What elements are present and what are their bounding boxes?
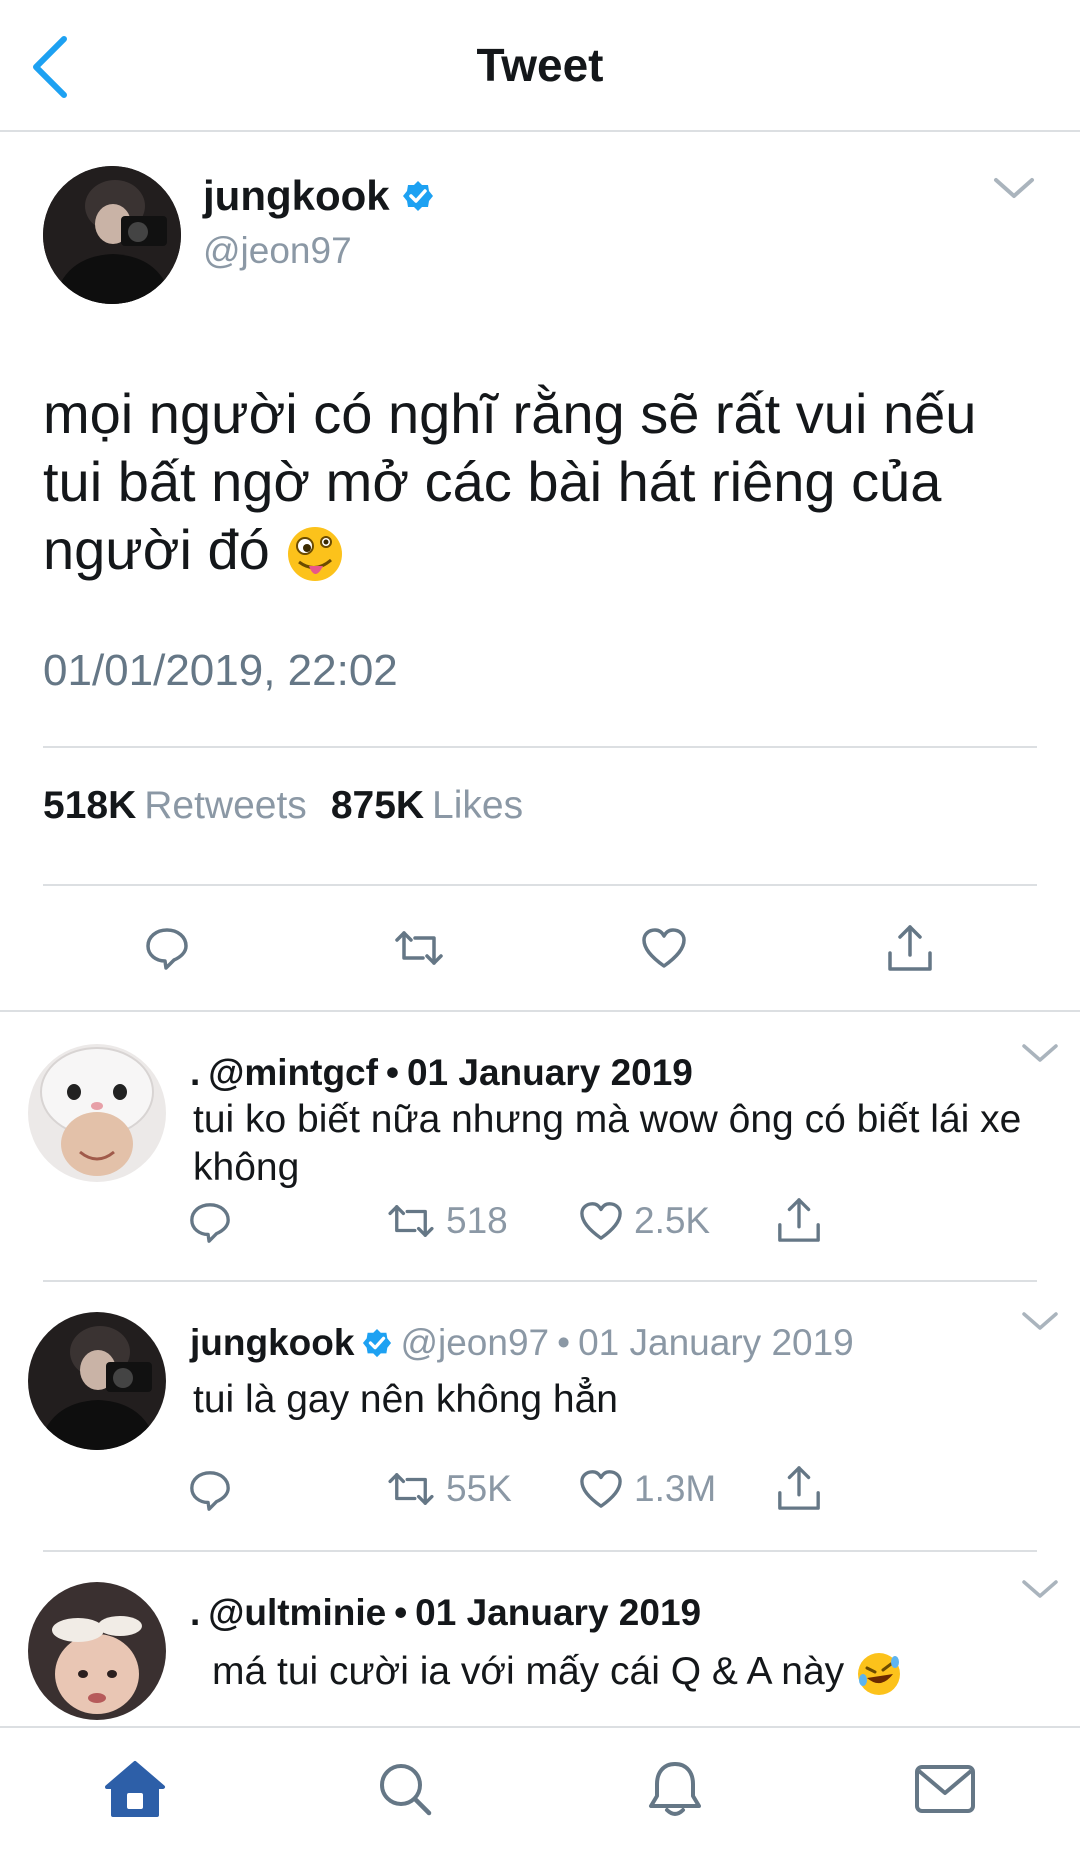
- reply-text-body: má tui cười ia với mấy cái Q & A này: [212, 1650, 845, 1693]
- chevron-down-icon: [994, 178, 1034, 198]
- reply-text: tui là gay nên không hẳn: [193, 1378, 619, 1421]
- avatar-image: [43, 166, 181, 304]
- tab-search[interactable]: [370, 1754, 440, 1824]
- reply-button[interactable]: [188, 1468, 232, 1512]
- divider: [43, 1550, 1037, 1552]
- reply-icon: [190, 1203, 230, 1243]
- retweet-count: 518: [446, 1200, 508, 1241]
- reply-header: . @mintgcf • 01 January 2019: [190, 1052, 693, 1094]
- divider: [43, 1280, 1037, 1282]
- like-count: 1.3M: [634, 1468, 717, 1509]
- rolling-laughing-emoji-icon: [857, 1652, 900, 1695]
- avatar-image: [28, 1582, 166, 1720]
- reply-icon: [146, 928, 188, 970]
- share-button[interactable]: [776, 1196, 822, 1244]
- share-button[interactable]: [880, 918, 940, 978]
- top-bar: Tweet: [0, 0, 1080, 132]
- reply-handle[interactable]: @mintgcf: [208, 1052, 378, 1094]
- heart-icon: [580, 1470, 622, 1508]
- tweet-menu-button[interactable]: [990, 172, 1038, 204]
- retweet-button[interactable]: 55K: [386, 1468, 512, 1510]
- heart-icon: [642, 928, 686, 968]
- tab-messages[interactable]: [910, 1754, 980, 1824]
- retweets-label: Retweets: [144, 784, 307, 827]
- reply-button[interactable]: [137, 918, 197, 978]
- chevron-down-icon: [1022, 1312, 1058, 1330]
- share-icon: [888, 925, 932, 971]
- reply-icon: [190, 1471, 230, 1511]
- reply-separator: •: [394, 1592, 408, 1633]
- share-icon: [778, 1198, 820, 1242]
- author-handle: @jeon97: [203, 230, 352, 271]
- reply-date: 01 January 2019: [415, 1592, 702, 1633]
- avatar-image: [28, 1312, 166, 1450]
- share-icon: [778, 1466, 820, 1510]
- heart-icon: [580, 1202, 622, 1240]
- reply-menu-button[interactable]: [1020, 1308, 1060, 1334]
- mail-icon: [915, 1765, 975, 1813]
- bell-icon: [649, 1762, 701, 1816]
- likes-label: Likes: [432, 784, 524, 827]
- share-button[interactable]: [776, 1464, 822, 1512]
- author-name-row[interactable]: jungkook: [203, 172, 434, 220]
- reply-prefix: .: [190, 1592, 201, 1633]
- like-button[interactable]: [634, 918, 694, 978]
- chevron-down-icon: [1022, 1580, 1058, 1598]
- reply-button[interactable]: [188, 1200, 232, 1244]
- retweet-icon: [395, 931, 443, 965]
- chevron-down-icon: [1022, 1044, 1058, 1062]
- tweet-timestamp: 01/01/2019, 22:02: [43, 646, 398, 695]
- retweets-stat[interactable]: 518K Retweets: [43, 784, 307, 828]
- reply-menu-button[interactable]: [1020, 1040, 1060, 1066]
- page-title: Tweet: [476, 39, 604, 91]
- likes-stat[interactable]: 875K Likes: [331, 784, 523, 828]
- divider: [43, 884, 1037, 886]
- divider: [0, 1010, 1080, 1012]
- tweet-text: mọi người có nghĩ rằng sẽ rất vui nếu tu…: [43, 380, 1033, 584]
- zany-face-emoji-icon: [288, 527, 343, 582]
- like-count: 2.5K: [634, 1200, 711, 1241]
- avatar[interactable]: [43, 166, 181, 304]
- avatar-image: [28, 1044, 166, 1182]
- reply-author-name[interactable]: jungkook: [190, 1322, 354, 1364]
- reply-date: 01 January 2019: [578, 1322, 854, 1363]
- retweet-button[interactable]: [389, 918, 449, 978]
- reply-text: tui ko biết nữa nhưng mà wow ông có biết…: [193, 1098, 1022, 1189]
- tweet-text-body: mọi người có nghĩ rằng sẽ rất vui nếu tu…: [43, 382, 977, 581]
- reply-separator: •: [385, 1052, 399, 1093]
- tab-notifications[interactable]: [640, 1754, 710, 1824]
- retweet-count: 55K: [446, 1468, 512, 1509]
- verified-badge-icon: [363, 1328, 392, 1358]
- avatar[interactable]: [28, 1312, 166, 1450]
- tab-home[interactable]: [100, 1754, 170, 1824]
- reply-handle[interactable]: @jeon97: [400, 1322, 549, 1364]
- avatar[interactable]: [28, 1582, 166, 1720]
- retweet-icon: [388, 1205, 434, 1237]
- reply-separator: •: [557, 1322, 571, 1363]
- reply-menu-button[interactable]: [1020, 1576, 1060, 1602]
- like-button[interactable]: 1.3M: [578, 1468, 716, 1510]
- divider: [43, 746, 1037, 748]
- likes-count: 875K: [330, 784, 425, 827]
- reply-text: má tui cười ia với mấy cái Q & A này: [212, 1648, 1052, 1698]
- reply-header: jungkook @jeon97 • 01 January 2019: [190, 1322, 854, 1364]
- search-icon: [380, 1764, 432, 1816]
- reply-prefix: .: [190, 1052, 201, 1093]
- author-name: jungkook: [203, 172, 390, 219]
- verified-badge-icon: [402, 181, 433, 211]
- reply-date: 01 January 2019: [406, 1052, 693, 1093]
- reply-header: . @ultminie • 01 January 2019: [190, 1592, 701, 1634]
- tweet-stats: 518K Retweets 875K Likes: [43, 784, 523, 828]
- home-icon: [105, 1761, 165, 1817]
- avatar[interactable]: [28, 1044, 166, 1182]
- tab-bar: [0, 1726, 1080, 1868]
- retweet-button[interactable]: 518: [386, 1200, 508, 1242]
- retweets-count: 518K: [43, 784, 137, 827]
- reply-handle[interactable]: @ultminie: [208, 1592, 386, 1634]
- like-button[interactable]: 2.5K: [578, 1200, 710, 1242]
- retweet-icon: [388, 1473, 434, 1505]
